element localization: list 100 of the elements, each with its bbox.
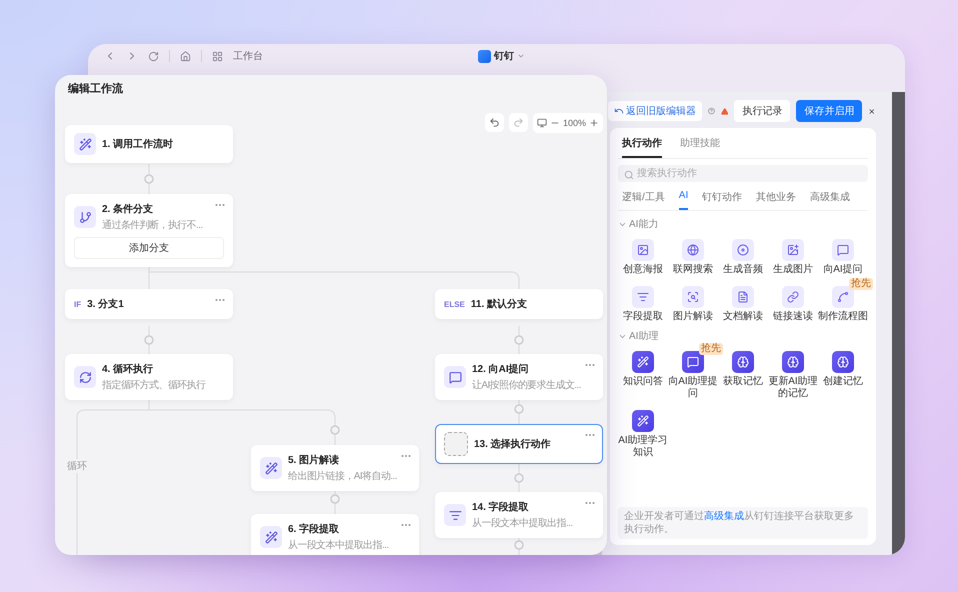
zoom-in-icon[interactable] [589, 118, 599, 128]
filter-icon [444, 504, 466, 526]
link-icon[interactable] [782, 286, 804, 308]
wand-icon[interactable] [632, 410, 654, 432]
filter-icon[interactable] [632, 286, 654, 308]
add-step-dot[interactable] [514, 540, 524, 550]
action-label[interactable]: 联网搜索 [673, 264, 713, 276]
category-tab[interactable]: AI [678, 184, 688, 210]
refresh-icon[interactable] [148, 50, 159, 62]
scan-icon[interactable] [682, 286, 704, 308]
save-button[interactable]: 保存并启用 [796, 100, 862, 122]
curve-icon[interactable] [832, 286, 854, 308]
add-step-dot[interactable] [514, 335, 524, 345]
chat-icon[interactable] [832, 239, 854, 261]
brain-icon[interactable] [832, 351, 854, 373]
node-description: 让AI按照你的要求生成文... [472, 378, 581, 392]
action-label[interactable]: 获取记忆 [723, 376, 763, 388]
node-title: 6. 字段提取 [288, 522, 340, 536]
loop-label: 循环 [67, 459, 87, 473]
globe-icon[interactable] [682, 239, 704, 261]
wand-icon [260, 526, 282, 548]
empty-slot-icon [444, 432, 468, 456]
section-title: AI能力 [629, 218, 658, 231]
history-button[interactable]: 执行记录 [734, 100, 790, 122]
add-step-dot[interactable] [330, 494, 340, 504]
help-icon[interactable] [708, 105, 715, 117]
node-description: 给出图片链接，AI将自动... [288, 470, 397, 483]
node-description: 从一段文本中提取出指... [472, 516, 573, 530]
add-step-dot[interactable] [144, 174, 154, 184]
workflow-node[interactable]: 13. 选择执行动作 [435, 424, 603, 464]
wand-icon[interactable] [632, 351, 654, 373]
grid-icon[interactable] [212, 50, 223, 62]
add-step-dot[interactable] [514, 404, 524, 414]
home-icon[interactable] [180, 50, 191, 62]
return-icon [614, 106, 624, 116]
node-title: 4. 循环执行 [102, 362, 154, 376]
add-step-dot[interactable] [514, 473, 524, 483]
category-tab[interactable]: 高级集成 [810, 184, 850, 210]
brain-icon[interactable] [782, 351, 804, 373]
add-step-dot[interactable] [144, 335, 154, 345]
action-label[interactable]: 生成音频 [723, 264, 763, 276]
add-step-dot[interactable] [330, 425, 340, 435]
tab[interactable]: 执行动作 [622, 128, 662, 158]
action-label[interactable]: 文档解读 [723, 311, 763, 323]
early-access-badge: 抢先 [849, 278, 873, 290]
workflow-node[interactable]: 12. 向AI提问 让AI按照你的要求生成文... [435, 354, 603, 400]
node-title: 5. 图片解读 [288, 454, 340, 467]
undo-icon[interactable] [484, 113, 504, 132]
chat-icon[interactable] [682, 351, 704, 373]
workflow-node[interactable]: ELSE 11. 默认分支 [435, 289, 603, 319]
action-label[interactable]: 更新AI助理的记忆 [768, 376, 818, 400]
workflow-node[interactable]: IF 3. 分支1 [65, 289, 233, 319]
workflow-node[interactable]: 1. 调用工作流时 [65, 125, 233, 163]
action-label[interactable]: 向AI助理提问 [668, 376, 718, 400]
add-branch-button[interactable]: 添加分支 [74, 237, 224, 259]
node-description: 从一段文本中提取出指... [288, 538, 389, 552]
image-icon[interactable] [632, 239, 654, 261]
branch-tag: IF [74, 300, 82, 308]
node-title: 3. 分支1 [87, 298, 124, 311]
chat-icon [444, 366, 466, 388]
panel-title: 编辑工作流 [68, 82, 123, 96]
refresh-icon [74, 366, 96, 388]
tab[interactable]: 助理技能 [680, 128, 720, 158]
node-description: 通过条件判断，执行不... [102, 218, 203, 232]
integration-link[interactable]: 高级集成 [704, 511, 744, 522]
action-label[interactable]: 向AI提问 [823, 264, 863, 276]
document-icon[interactable] [732, 286, 754, 308]
workflow-node[interactable]: 6. 字段提取 从一段文本中提取出指... [251, 514, 419, 555]
image-plus-icon[interactable] [782, 239, 804, 261]
workflow-node[interactable]: 4. 循环执行 指定循环方式、循环执行 [65, 354, 233, 400]
action-label[interactable]: 知识问答 [623, 376, 663, 388]
action-label[interactable]: 制作流程图 [818, 311, 868, 323]
app-title: 钉钉 [494, 50, 514, 63]
caret-icon[interactable] [517, 52, 525, 60]
action-label[interactable]: 字段提取 [623, 311, 663, 323]
node-title: 1. 调用工作流时 [102, 137, 174, 151]
footer-note: 企业开发者可通过高级集成从钉钉连接平台获取更多执行动作。 [618, 507, 868, 539]
node-title: 14. 字段提取 [472, 500, 529, 514]
redo-icon[interactable] [508, 113, 528, 132]
old-editor-link[interactable]: 返回旧版编辑器 [608, 101, 702, 121]
node-description: 指定循环方式、循环执行 [102, 378, 206, 392]
fit-icon[interactable] [536, 118, 547, 128]
action-label[interactable]: 创建记忆 [823, 376, 863, 388]
app-logo [478, 50, 491, 62]
workflow-node[interactable]: 5. 图片解读 给出图片链接，AI将自动... [251, 445, 419, 491]
search-field[interactable]: 搜索执行动作 [618, 165, 868, 182]
category-tab[interactable]: 其他业务 [756, 184, 796, 210]
action-label[interactable]: AI助理学习知识 [618, 435, 668, 459]
action-label[interactable]: 图片解读 [673, 311, 713, 323]
brain-icon[interactable] [732, 351, 754, 373]
workflow-node[interactable]: 14. 字段提取 从一段文本中提取出指... [435, 492, 603, 538]
action-label[interactable]: 生成图片 [773, 264, 813, 276]
category-tab[interactable]: 逻辑/工具 [622, 184, 665, 210]
node-title: 13. 选择执行动作 [474, 438, 551, 451]
workflow-node[interactable]: 2. 条件分支 通过条件判断，执行不... 添加分支 [65, 194, 233, 267]
branch-icon [74, 206, 96, 228]
action-label[interactable]: 链接速读 [773, 311, 813, 323]
category-tab[interactable]: 钉钉动作 [702, 184, 742, 210]
workspace-label[interactable]: 工作台 [233, 49, 263, 63]
action-label[interactable]: 创意海报 [623, 264, 663, 276]
